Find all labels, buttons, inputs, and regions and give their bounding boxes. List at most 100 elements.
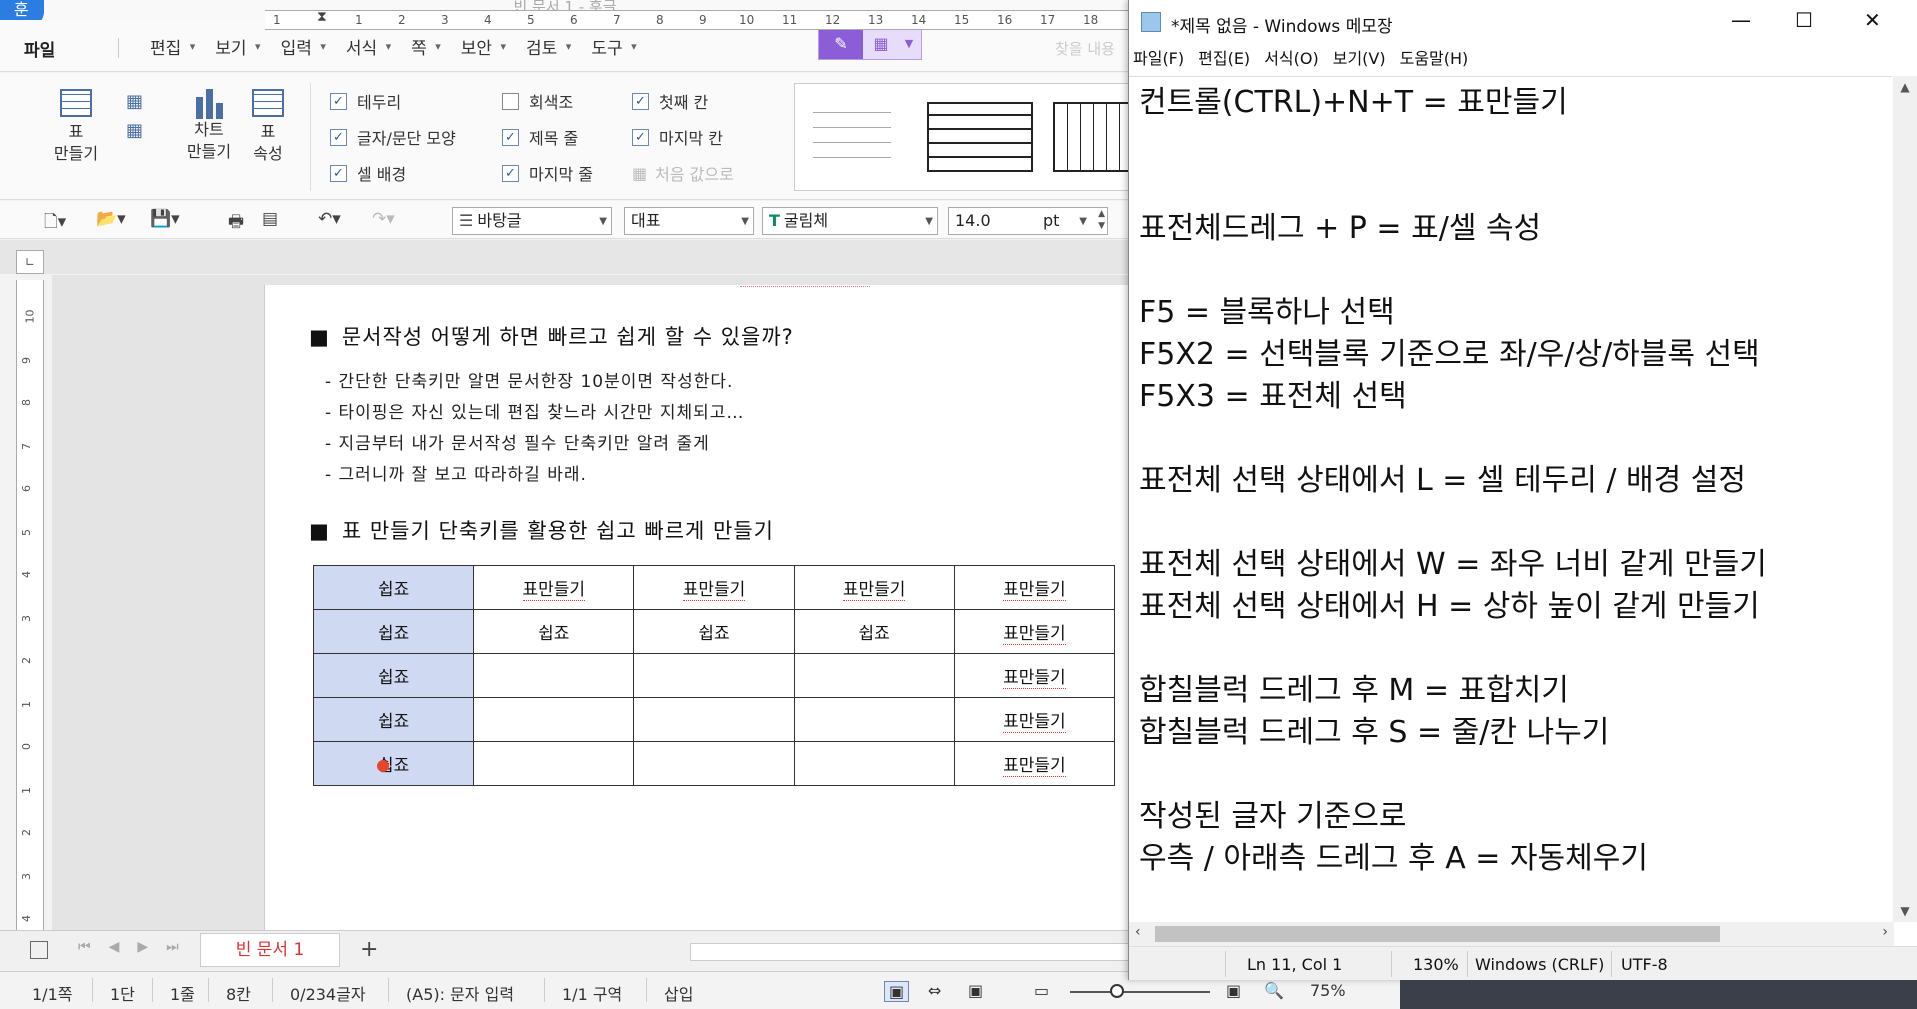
checkbox-cell-bg[interactable]: ✓ 셀 배경 [330, 161, 406, 185]
view-fit-icon[interactable]: ⇔ [928, 981, 941, 1000]
doc-line[interactable]: - 간단한 단축키만 알면 문서한장 10분이면 작성한다. [325, 367, 733, 392]
table-cell[interactable]: 쉽죠 [633, 609, 795, 654]
zoom-slider-thumb[interactable] [1110, 984, 1124, 998]
menu-tools[interactable]: 도구 [591, 34, 637, 59]
table-style-dashed[interactable] [1053, 102, 1131, 172]
horizontal-ruler[interactable]: 1 1 2 3 4 5 6 7 8 9 10 11 12 13 14 15 16… [265, 9, 1130, 30]
notepad-horizontal-scrollbar[interactable]: ‹ › [1129, 922, 1894, 946]
table-cell[interactable]: 쉽죠 [312, 653, 475, 698]
open-folder-icon[interactable]: 📂▾ [96, 209, 126, 229]
checkbox-last-col[interactable]: ✓ 마지막 칸 [632, 125, 723, 149]
document-page[interactable]: 문서작성 어떻게 하면 빠르고 쉽게 할 수 있을까? - 간단한 단축키만 알… [264, 285, 1130, 930]
table-cell[interactable]: 쉽죠 [473, 609, 635, 654]
table-cell[interactable]: 표만들기 [953, 565, 1116, 610]
scroll-down-icon[interactable]: ▼ [1893, 904, 1917, 918]
table-cell[interactable]: 표만들기 [633, 565, 795, 610]
notepad-menu-help[interactable]: 도움말(H) [1400, 46, 1469, 74]
menu-format[interactable]: 서식 [346, 34, 392, 59]
notepad-vertical-scrollbar[interactable]: ▲ ▼ [1893, 76, 1917, 922]
status-page[interactable]: 1/1쪽 [32, 981, 72, 1005]
view-normal-icon[interactable]: ▣ [884, 981, 910, 1002]
table-cell[interactable] [633, 653, 795, 698]
table-cell[interactable]: 표만들기 [953, 741, 1116, 786]
chart-create-button[interactable]: 차트 만들기 [184, 89, 234, 163]
font-select[interactable]: T 굴림체 ▼ [762, 207, 938, 235]
checkbox-last-row[interactable]: ✓ 마지막 줄 [502, 161, 593, 185]
tab-nav-arrows-icon[interactable]: ⏮◀▶⏭ [78, 939, 197, 955]
close-icon[interactable]: ✕ [1864, 8, 1881, 32]
notepad-menu-view[interactable]: 보기(V) [1333, 46, 1386, 74]
save-icon[interactable]: 💾▾ [150, 209, 180, 229]
checkbox-title-row[interactable]: ✓ 제목 줄 [502, 125, 578, 149]
table-cell[interactable]: 쉽죠 [312, 741, 475, 786]
print-icon[interactable]: 🖶 [228, 209, 244, 238]
scroll-right-icon[interactable]: › [1882, 924, 1888, 940]
checkbox-grayscale[interactable]: ✓ 회색조 [502, 89, 573, 113]
reset-defaults-button[interactable]: ▦ 처음 값으로 [632, 161, 734, 185]
checkbox-border[interactable]: ✓ 테두리 [330, 89, 401, 113]
scroll-up-icon[interactable]: ▲ [1893, 80, 1917, 94]
doc-table[interactable]: 쉽죠 표만들기 표만들기 표만들기 표만들기 쉽죠 쉽죠 쉽죠 쉽죠 표만들기 [312, 565, 1116, 786]
language-select[interactable]: 대표 ▼ [624, 207, 754, 235]
tab-document[interactable]: 빈 문서 1 [200, 933, 340, 967]
table-cell[interactable] [633, 741, 795, 786]
search-input[interactable]: 찾을 내용 [1055, 38, 1115, 59]
status-word-count[interactable]: 0/234글자 [290, 981, 366, 1005]
table-cell[interactable]: 쉽죠 [312, 565, 475, 610]
horizontal-scrollbar[interactable] [690, 943, 1130, 961]
vertical-ruler[interactable]: 10 9 8 7 6 5 4 3 2 1 0 1 2 3 4 [16, 280, 44, 930]
table-properties-button[interactable]: 표 속성 [248, 89, 288, 165]
notepad-menu-format[interactable]: 서식(O) [1264, 46, 1319, 74]
notepad-menu-edit[interactable]: 편집(E) [1198, 46, 1250, 74]
scroll-left-icon[interactable]: ‹ [1135, 924, 1141, 940]
table-cell[interactable]: 쉽죠 [793, 609, 955, 654]
table-design-tab-icon[interactable]: ✎ [819, 29, 863, 59]
table-edit-small-icons[interactable]: ▦ ▦ [126, 91, 143, 141]
table-cell[interactable] [473, 697, 635, 742]
menu-page[interactable]: 쪽 [411, 34, 441, 59]
table-cell[interactable] [473, 653, 635, 698]
preview-icon[interactable]: ▤ [262, 209, 278, 229]
maximize-icon[interactable]: ☐ [1795, 8, 1813, 32]
zoom-slider[interactable] [1070, 991, 1210, 993]
spinner-icon[interactable]: ▲ ▼ [1098, 208, 1105, 232]
zoom-level[interactable]: 75% [1310, 981, 1346, 1000]
status-section[interactable]: 1/1 구역 [562, 981, 622, 1005]
undo-icon[interactable]: ↶▾ [318, 209, 341, 229]
notepad-menu-file[interactable]: 파일(F) [1133, 46, 1184, 74]
table-cell[interactable]: 표만들기 [953, 653, 1116, 698]
table-cell[interactable] [473, 741, 635, 786]
table-cell[interactable] [793, 653, 955, 698]
add-tab-icon[interactable]: + [360, 937, 378, 962]
view-full-icon[interactable]: ▣ [968, 981, 983, 1000]
status-line[interactable]: 1줄 [170, 981, 195, 1005]
paragraph-style-select[interactable]: ☰ 바탕글 ▼ [452, 207, 612, 235]
page-view-icon[interactable] [30, 941, 48, 959]
menu-insert[interactable]: 입력 [281, 34, 327, 59]
menu-review[interactable]: 검토 [526, 34, 572, 59]
menu-view[interactable]: 보기 [215, 34, 261, 59]
status-column[interactable]: 1단 [110, 981, 135, 1005]
scrollbar-thumb[interactable] [1155, 926, 1720, 942]
menu-file[interactable]: 파일 [24, 36, 55, 61]
status-insert-mode[interactable]: 삽입 [664, 981, 693, 1005]
doc-line[interactable]: - 타이핑은 자신 있는데 편집 찾느라 시간만 지체되고… [325, 398, 744, 423]
table-cell[interactable]: 표만들기 [953, 697, 1116, 742]
table-create-button[interactable]: 표 만들기 [46, 89, 106, 165]
table-cell[interactable] [793, 697, 955, 742]
menu-security[interactable]: 보안 [461, 34, 507, 59]
table-cell[interactable]: 쉽죠 [312, 609, 475, 654]
chevron-down-icon[interactable]: ▼ [899, 29, 919, 59]
table-cell[interactable]: 표만들기 [473, 565, 635, 610]
table-cell[interactable]: 표만들기 [793, 565, 955, 610]
table-cell[interactable] [633, 697, 795, 742]
doc-line[interactable]: - 그러니까 잘 보고 따라하길 바래. [325, 460, 587, 485]
font-size-input[interactable]: 14.0 pt ▼ ▲ ▼ [948, 207, 1108, 235]
ruler-corner-icon[interactable]: ∟ [16, 250, 44, 274]
menu-edit[interactable]: 편집 [150, 34, 196, 59]
table-cell[interactable]: 쉽죠 [312, 697, 475, 742]
document-area[interactable]: 문서작성 어떻게 하면 빠르고 쉽게 할 수 있을까? - 간단한 단축키만 알… [52, 275, 1130, 930]
zoom-in-icon[interactable]: ▣ [1226, 981, 1241, 1000]
zoom-out-icon[interactable]: ▭ [1034, 981, 1049, 1000]
indent-marker-icon[interactable]: ⧗ [317, 9, 327, 25]
